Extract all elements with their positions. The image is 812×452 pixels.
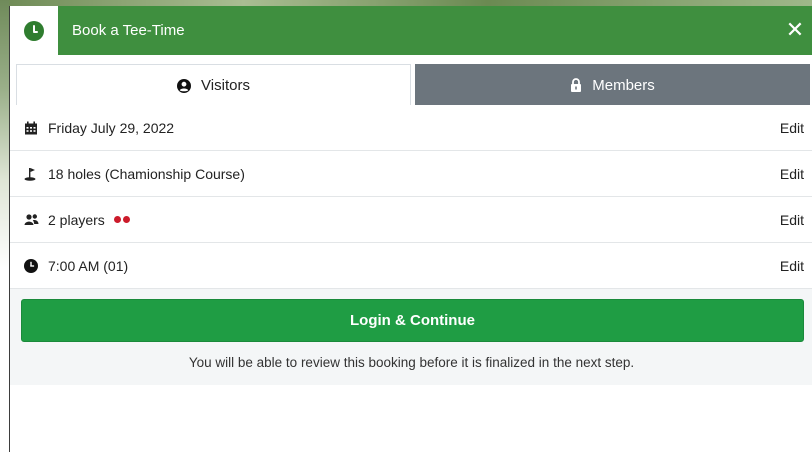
modal-title: Book a Tee-Time bbox=[72, 22, 185, 39]
tab-bar: Visitors Members bbox=[16, 64, 810, 106]
edit-course-link[interactable]: Edit bbox=[780, 166, 804, 182]
clock-icon bbox=[22, 258, 40, 273]
course-label: 18 holes (Chamionship Course) bbox=[48, 165, 245, 182]
modal-footer: Login & Continue You will be able to rev… bbox=[10, 289, 812, 385]
users-icon bbox=[22, 213, 40, 226]
time-label: 7:00 AM (01) bbox=[48, 257, 129, 274]
golf-flag-icon bbox=[22, 167, 40, 181]
tab-members-label: Members bbox=[592, 76, 655, 94]
booking-summary-list: Friday July 29, 2022 Edit 18 holes (Cham… bbox=[10, 105, 812, 289]
edit-players-link[interactable]: Edit bbox=[780, 212, 804, 228]
lock-icon bbox=[571, 78, 582, 92]
edit-time-link[interactable]: Edit bbox=[780, 258, 804, 274]
player-indicator bbox=[112, 216, 130, 223]
players-label: 2 players bbox=[48, 211, 105, 228]
calendar-icon bbox=[22, 121, 40, 135]
tab-visitors-label: Visitors bbox=[201, 77, 250, 94]
tab-visitors[interactable]: Visitors bbox=[16, 64, 411, 106]
header-icon-box bbox=[10, 6, 58, 55]
player-dot bbox=[122, 216, 130, 223]
user-circle-icon bbox=[177, 78, 192, 93]
clock-icon bbox=[24, 20, 44, 41]
booking-modal: Book a Tee-Time ✕ Visitors Members Frida… bbox=[9, 6, 812, 452]
edit-date-link[interactable]: Edit bbox=[780, 120, 804, 136]
review-note: You will be able to review this booking … bbox=[188, 355, 635, 370]
player-dot bbox=[113, 216, 121, 223]
course-row: 18 holes (Chamionship Course) Edit bbox=[10, 151, 812, 197]
date-row: Friday July 29, 2022 Edit bbox=[10, 105, 812, 151]
modal-header: Book a Tee-Time ✕ bbox=[10, 6, 812, 55]
close-button[interactable]: ✕ bbox=[783, 18, 807, 42]
backdrop-left bbox=[0, 0, 9, 452]
players-row: 2 players Edit bbox=[10, 197, 812, 243]
date-label: Friday July 29, 2022 bbox=[48, 119, 175, 136]
time-row: 7:00 AM (01) Edit bbox=[10, 243, 812, 289]
tab-members[interactable]: Members bbox=[415, 64, 810, 106]
login-continue-button[interactable]: Login & Continue bbox=[21, 299, 804, 342]
